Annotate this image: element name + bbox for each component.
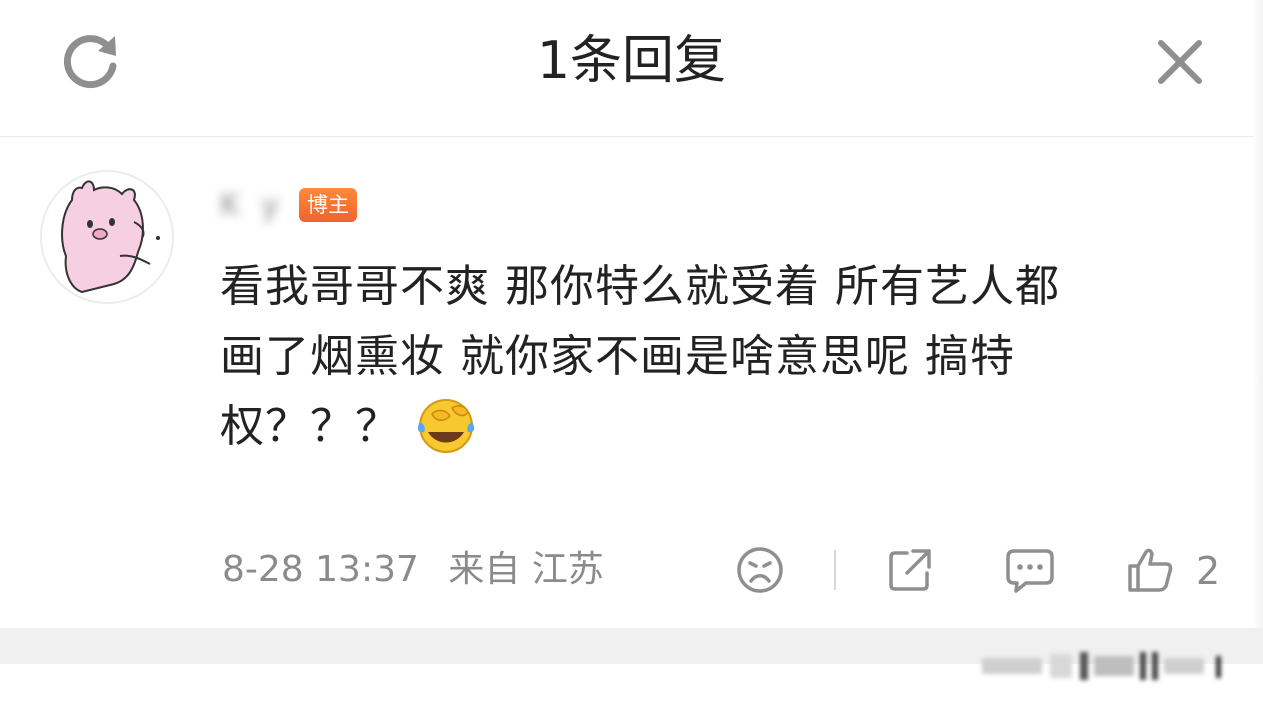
page-title: 1条回复 <box>536 31 727 91</box>
author-badge: 博主 <box>298 188 357 222</box>
comment-button[interactable] <box>1002 542 1058 598</box>
username-row: K y 博主 <box>220 180 357 230</box>
avatar[interactable] <box>40 170 174 304</box>
comment-line-2: 画了烟熏妆 就你家不画是啥意思呢 搞特 <box>220 331 1015 382</box>
watermark-logo <box>982 652 1221 680</box>
dislike-button[interactable] <box>732 542 788 598</box>
location: 来自 江苏 <box>448 549 604 590</box>
sad-face-icon <box>737 547 783 593</box>
action-divider <box>834 550 836 590</box>
thumbs-up-icon <box>1128 548 1173 592</box>
comment-line-3-text: 权？？？ <box>220 401 400 452</box>
username[interactable]: K y <box>220 188 285 223</box>
timestamp: 8-28 13:37 <box>222 549 419 590</box>
reply-panel: 1条回复 K y 博主 看我哥哥不爽 那你特么就受着 所有艺人都 画了烟熏妆 就… <box>0 0 1263 704</box>
comment-line-3: 权？？？ <box>220 392 1235 462</box>
pink-rabbit-avatar-icon <box>61 180 160 294</box>
close-button[interactable] <box>1144 26 1216 98</box>
comment-meta: 8-28 13:37 来自 江苏 <box>222 544 622 596</box>
header-bar: 1条回复 <box>0 0 1263 137</box>
share-icon <box>889 549 931 591</box>
comment-line-1: 看我哥哥不爽 那你特么就受着 所有艺人都 <box>220 261 1060 312</box>
laugh-cry-emoji-icon <box>417 399 475 453</box>
like-button[interactable] <box>1122 542 1178 598</box>
share-button[interactable] <box>882 542 938 598</box>
close-icon <box>1158 40 1202 84</box>
panel-edge <box>1253 0 1263 628</box>
like-count: 2 <box>1196 549 1221 593</box>
comment-actions <box>730 540 1230 600</box>
comment-text: 看我哥哥不爽 那你特么就受着 所有艺人都 画了烟熏妆 就你家不画是啥意思呢 搞特… <box>220 252 1235 462</box>
comment-bubble-icon <box>1006 549 1054 593</box>
